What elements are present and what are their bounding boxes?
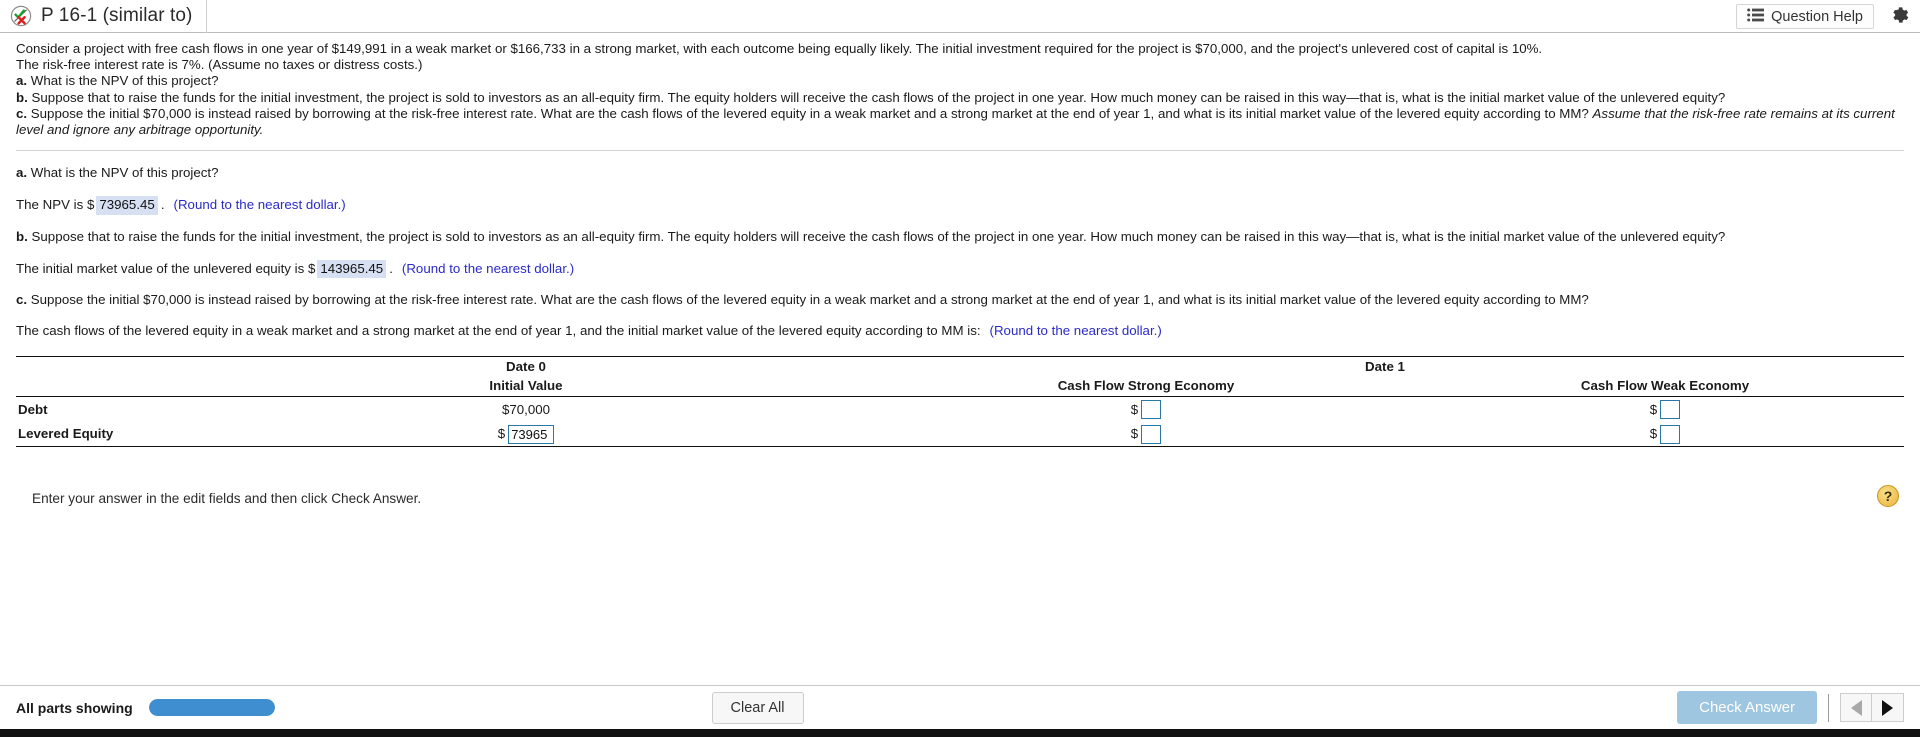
- part-c-answer-prefix: The cash flows of the levered equity in …: [16, 323, 981, 339]
- row-label-levered-equity: Levered Equity: [16, 421, 186, 448]
- table-col-header-initial-value: Initial Value: [186, 375, 866, 398]
- table-row: Debt $70,000 $ $: [16, 397, 1904, 422]
- triangle-right-icon: [1882, 699, 1893, 716]
- levered-equity-initial-input[interactable]: [508, 424, 555, 444]
- part-a-round-note: (Round to the nearest dollar.): [173, 197, 346, 213]
- table-col-header-strong: Cash Flow Strong Economy: [866, 375, 1426, 398]
- table-group-date1: Date 1: [866, 356, 1904, 376]
- next-button[interactable]: [1872, 693, 1904, 722]
- nav-buttons: [1840, 693, 1904, 722]
- part-b-answer-suffix: .: [389, 260, 393, 276]
- part-c-question-text: Suppose the initial $70,000 is instead r…: [30, 292, 1589, 308]
- progress-bar: [148, 699, 275, 716]
- instruction-row: Enter your answer in the edit fields and…: [16, 485, 1904, 508]
- section-divider: [16, 150, 1904, 152]
- part-b-question-marker: b.: [16, 228, 28, 244]
- table-col-header-blank: [16, 375, 186, 398]
- part-b-round-note: (Round to the nearest dollar.): [401, 260, 575, 276]
- question-help-button[interactable]: Question Help: [1736, 4, 1874, 29]
- levered-equity-strong-input[interactable]: [1141, 424, 1162, 444]
- bottom-black-bar: [0, 729, 1920, 737]
- nav-divider: [1828, 693, 1829, 722]
- table-col-header-weak: Cash Flow Weak Economy: [1426, 375, 1904, 398]
- question-content: Consider a project with free cash flows …: [0, 33, 1920, 508]
- part-a-text: What is the NPV of this project?: [30, 73, 219, 89]
- table-row: Levered Equity $ $: [16, 421, 1904, 448]
- dollar-sign: $: [1649, 401, 1658, 417]
- debt-weak-input[interactable]: [1660, 400, 1681, 420]
- cash-flow-table-wrapper: Date 0 Date 1 Initial Value Cash Flow St…: [16, 356, 1904, 448]
- previous-button[interactable]: [1840, 693, 1872, 722]
- part-a-marker: a.: [16, 73, 28, 89]
- app-header: P 16-1 (similar to) Question Help: [0, 0, 1920, 33]
- settings-button[interactable]: [1884, 3, 1912, 31]
- progress-bar-fill: [148, 699, 275, 716]
- footer-right-actions: Check Answer: [1677, 691, 1904, 724]
- dollar-sign: $: [1649, 426, 1658, 442]
- dollar-sign: $: [1130, 401, 1139, 417]
- part-b-answer-prefix: The initial market value of the unlevere…: [16, 260, 316, 276]
- problem-line-2: The risk-free interest rate is 7%. (Assu…: [16, 57, 423, 73]
- triangle-left-icon: [1850, 699, 1862, 716]
- part-a-answer-line: The NPV is $ 73965.45 . (Round to the ne…: [16, 196, 1904, 215]
- table-corner-cell: [16, 356, 186, 376]
- clear-all-button[interactable]: Clear All: [711, 691, 804, 724]
- problem-part-a: a. What is the NPV of this project?: [16, 73, 1904, 89]
- footer-bar: All parts showing Clear All Check Answer: [0, 685, 1920, 729]
- table-column-header-row: Initial Value Cash Flow Strong Economy C…: [16, 375, 1904, 398]
- part-a-answer-suffix: .: [160, 197, 165, 213]
- problem-part-c: c. Suppose the initial $70,000 is instea…: [16, 106, 1904, 138]
- answer-part-b: b. Suppose that to raise the funds for t…: [16, 229, 1904, 279]
- dollar-sign: $: [1130, 426, 1139, 442]
- answer-part-c: c. Suppose the initial $70,000 is instea…: [16, 292, 1904, 339]
- header-actions: Question Help: [1736, 0, 1912, 33]
- part-a-question-text: What is the NPV of this project?: [30, 165, 219, 181]
- part-b-text: Suppose that to raise the funds for the …: [31, 89, 1726, 105]
- check-x-circle-icon: [10, 5, 32, 27]
- part-c-answer-line: The cash flows of the levered equity in …: [16, 323, 1904, 339]
- part-c-text: Suppose the initial $70,000 is instead r…: [30, 105, 1589, 121]
- part-b-question: b. Suppose that to raise the funds for t…: [16, 229, 1904, 245]
- debt-strong-cell: $: [866, 397, 1426, 422]
- question-help-label: Question Help: [1771, 8, 1863, 25]
- levered-equity-strong-cell: $: [866, 421, 1426, 448]
- dollar-sign: $: [497, 426, 506, 442]
- instruction-text: Enter your answer in the edit fields and…: [32, 491, 422, 507]
- levered-equity-weak-input[interactable]: [1660, 424, 1681, 444]
- row-label-debt: Debt: [18, 401, 48, 417]
- levered-equity-initial-cell: $: [186, 421, 866, 448]
- answer-part-a: a. What is the NPV of this project? The …: [16, 165, 1904, 215]
- problem-statement: Consider a project with free cash flows …: [16, 41, 1904, 138]
- table-group-header-row: Date 0 Date 1: [16, 356, 1904, 376]
- check-answer-button[interactable]: Check Answer: [1677, 691, 1817, 724]
- question-title-tab: P 16-1 (similar to): [0, 0, 208, 33]
- part-a-answer-prefix: The NPV is $: [16, 197, 95, 213]
- debt-weak-cell: $: [1426, 397, 1904, 422]
- debt-initial-value: $70,000: [501, 401, 551, 417]
- problem-line-1: Consider a project with free cash flows …: [16, 41, 1543, 56]
- debt-strong-input[interactable]: [1141, 400, 1162, 420]
- all-parts-showing-label: All parts showing: [16, 699, 133, 716]
- part-c-question: c. Suppose the initial $70,000 is instea…: [16, 292, 1904, 308]
- cash-flow-table: Date 0 Date 1 Initial Value Cash Flow St…: [16, 356, 1904, 448]
- help-question-icon[interactable]: ?: [1877, 485, 1899, 508]
- part-a-question-marker: a.: [16, 165, 28, 181]
- problem-part-b: b. Suppose that to raise the funds for t…: [16, 90, 1904, 106]
- part-a-question: a. What is the NPV of this project?: [16, 165, 1904, 181]
- part-b-marker: b.: [16, 89, 28, 105]
- levered-equity-weak-cell: $: [1426, 421, 1904, 448]
- page-title: P 16-1 (similar to): [41, 5, 193, 26]
- list-lines-icon: [1747, 8, 1765, 26]
- part-c-round-note: (Round to the nearest dollar.): [989, 323, 1162, 339]
- part-b-answer-value[interactable]: 143965.45: [317, 259, 387, 279]
- part-a-answer-value[interactable]: 73965.45: [96, 196, 158, 215]
- gear-icon: [1887, 3, 1909, 30]
- part-b-question-text: Suppose that to raise the funds for the …: [31, 228, 1726, 244]
- part-c-question-marker: c.: [16, 292, 28, 308]
- part-c-marker: c.: [16, 105, 28, 121]
- part-b-answer-line: The initial market value of the unlevere…: [16, 259, 1904, 279]
- table-group-date0: Date 0: [186, 356, 866, 376]
